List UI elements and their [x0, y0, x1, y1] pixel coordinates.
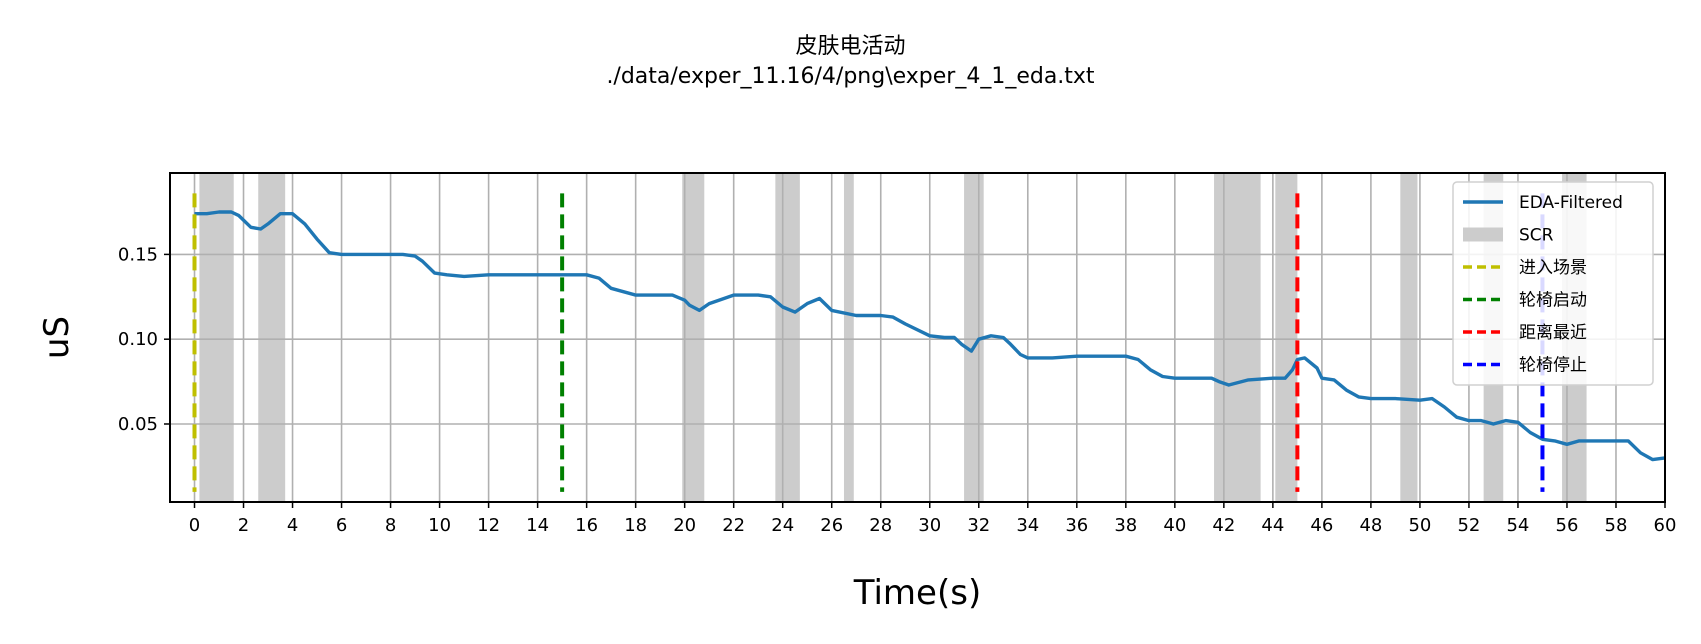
x-tick-label: 50 [1408, 515, 1431, 536]
x-tick-label: 60 [1654, 515, 1677, 536]
x-tick-label: 56 [1556, 515, 1579, 536]
x-tick-label: 14 [526, 515, 549, 536]
x-tick-label: 22 [722, 515, 745, 536]
x-tick-label: 8 [385, 515, 396, 536]
legend-label: SCR [1519, 226, 1554, 246]
x-tick-label: 40 [1163, 515, 1186, 536]
x-tick-label: 54 [1506, 515, 1529, 536]
plot-frame [169, 172, 1666, 503]
legend-handle-patch [1463, 227, 1503, 242]
x-tick-label: 4 [287, 515, 298, 536]
x-tick-label: 16 [575, 515, 598, 536]
x-tick-label: 42 [1212, 515, 1235, 536]
x-tick-label: 36 [1065, 515, 1088, 536]
x-tick-label: 34 [1016, 515, 1039, 536]
scr-band [775, 173, 800, 502]
legend-label: 进入场景 [1519, 258, 1587, 278]
scr-band [1275, 173, 1298, 502]
x-tick-label: 46 [1310, 515, 1333, 536]
scr-band [843, 173, 854, 502]
x-tick-label: 48 [1359, 515, 1382, 536]
x-tick-label: 26 [820, 515, 843, 536]
scr-band [199, 173, 234, 502]
x-tick-label: 24 [771, 515, 794, 536]
x-tick-label: 30 [918, 515, 941, 536]
x-tick-label: 44 [1261, 515, 1284, 536]
x-tick-label: 38 [1114, 515, 1137, 536]
y-axis-ticks: 0.05 0.10 0.15 [118, 244, 170, 435]
x-tick-label: 52 [1457, 515, 1480, 536]
x-axis-ticks: 0 2 4 6 8 10 12 14 16 18 20 22 24 26 28 30 32 34 36 38 40 42 4… [189, 502, 1677, 536]
y-tick-label: 0.10 [118, 329, 158, 350]
x-tick-label: 32 [967, 515, 990, 536]
x-tick-label: 6 [336, 515, 347, 536]
scr-band [682, 173, 705, 502]
legend-label: 轮椅启动 [1519, 291, 1587, 311]
legend-label: EDA-Filtered [1519, 193, 1623, 213]
x-tick-label: 10 [428, 515, 451, 536]
x-axis-label: Time(s) [853, 573, 981, 613]
scr-band-layer [199, 173, 1587, 502]
x-tick-label: 28 [869, 515, 892, 536]
scr-band [1214, 173, 1261, 502]
x-tick-label: 2 [238, 515, 249, 536]
scr-band [1400, 173, 1418, 502]
legend: EDA-Filtered SCR 进入场景轮椅启动距离最近轮椅停止 [1452, 181, 1654, 386]
y-tick-label: 0.15 [118, 244, 158, 265]
x-tick-label: 18 [624, 515, 647, 536]
x-tick-label: 58 [1605, 515, 1628, 536]
event-line-layer [192, 193, 1545, 492]
x-tick-label: 12 [477, 515, 500, 536]
legend-label: 轮椅停止 [1519, 356, 1587, 376]
y-tick-label: 0.05 [118, 414, 158, 435]
y-axis-label: uS [37, 316, 77, 359]
x-tick-label: 0 [189, 515, 200, 536]
x-tick-label: 20 [673, 515, 696, 536]
legend-label: 距离最近 [1519, 323, 1587, 343]
grid-layer [170, 173, 1666, 502]
eda-chart: 0 2 4 6 8 10 12 14 16 18 20 22 24 26 28 30 32 34 36 38 40 42 4… [37, 172, 1677, 613]
